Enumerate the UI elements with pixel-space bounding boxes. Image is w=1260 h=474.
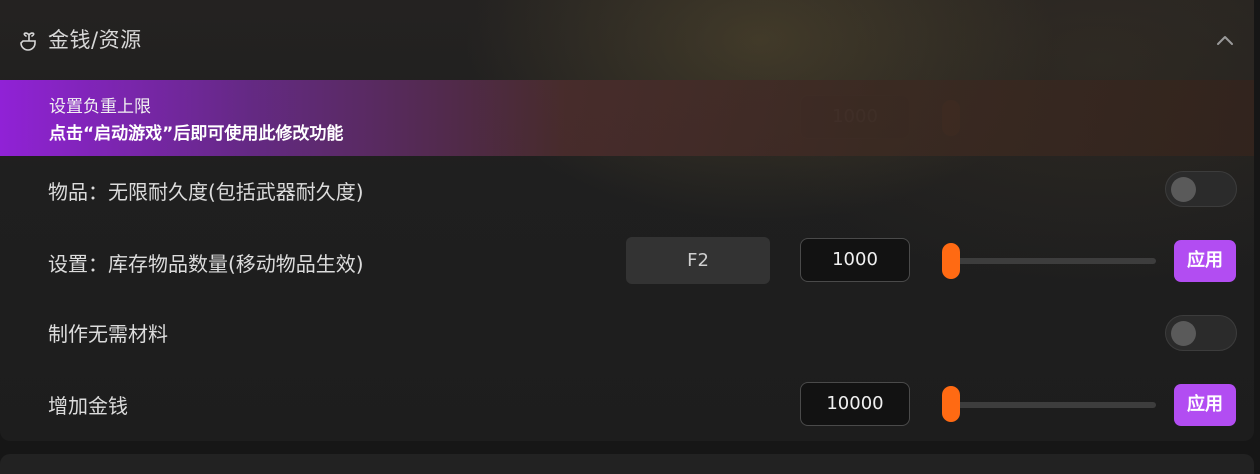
slider-thumb[interactable] [942,386,960,422]
apply-button[interactable]: 应用 [1174,240,1236,282]
slider-thumb[interactable] [942,243,960,279]
resources-panel: 金钱/资源 1000 设置负重上限 点击“启动游戏”后即可使用此修改功能 物品：… [0,0,1254,441]
hotkey-button[interactable]: F2 [626,237,770,284]
row-label: 增加金钱 [48,394,128,418]
list-item: 制作无需材料 [0,298,1254,362]
money-amount-input[interactable]: 10000 [800,382,910,426]
row-label: 物品：无限耐久度(包括武器耐久度) [48,180,364,204]
section-header[interactable]: 金钱/资源 [0,0,1254,80]
row-label: 设置：库存物品数量(移动物品生效) [48,252,364,276]
gift-icon [20,32,36,51]
section-title: 金钱/资源 [48,28,142,52]
money-amount-slider[interactable] [950,402,1156,408]
banner-feature-name: 设置负重上限 [49,97,151,117]
inventory-count-slider[interactable] [950,258,1156,264]
list-item: 物品：无限耐久度(包括武器耐久度) [0,156,1254,220]
inventory-count-input[interactable]: 1000 [800,238,910,282]
banner-notice-text: 点击“启动游戏”后即可使用此修改功能 [49,124,344,144]
no-materials-toggle[interactable] [1165,315,1237,351]
toggle-knob [1171,321,1196,346]
apply-button[interactable]: 应用 [1174,384,1236,426]
chevron-up-icon[interactable] [1214,30,1236,50]
next-section-header[interactable] [0,454,1254,474]
row-label: 制作无需材料 [48,322,168,346]
list-item: 设置：库存物品数量(移动物品生效) F2 1000 应用 [0,226,1254,296]
launch-notice-banner [0,80,1254,156]
infinite-durability-toggle[interactable] [1165,171,1237,207]
toggle-knob [1171,177,1196,202]
list-item: 增加金钱 10000 应用 [0,370,1254,440]
